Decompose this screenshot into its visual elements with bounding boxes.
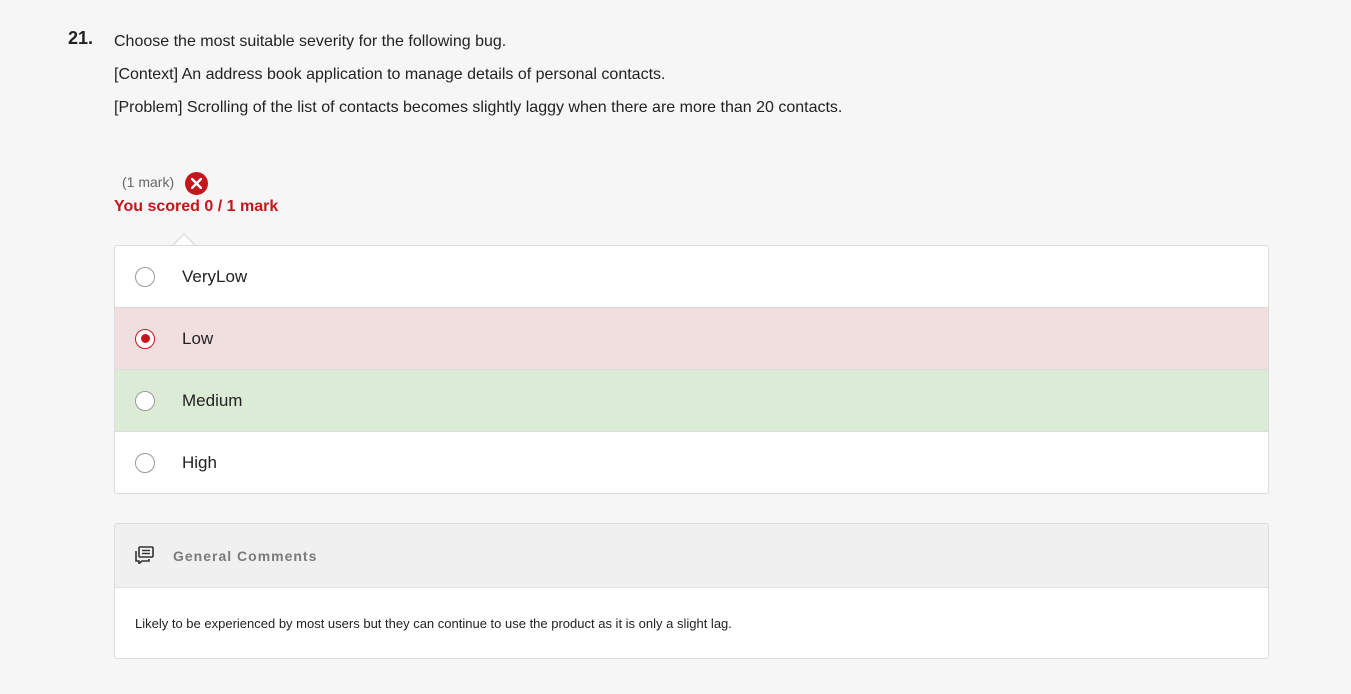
question-text: Choose the most suitable severity for th… <box>114 25 842 124</box>
comments-title: General Comments <box>173 547 318 564</box>
comments-icon <box>135 546 155 569</box>
option-label: High <box>182 452 217 472</box>
question-context: [Context] An address book application to… <box>114 66 666 83</box>
option-label: Low <box>182 328 214 348</box>
radio-button[interactable] <box>135 390 155 411</box>
question-block: 21. Choose the most suitable severity fo… <box>0 0 1351 694</box>
comments-body: Likely to be experienced by most users b… <box>135 615 732 631</box>
score-text: You scored 0 / 1 mark <box>114 198 279 215</box>
question-line: Choose the most suitable severity for th… <box>114 33 507 50</box>
callout-caret-fill <box>173 234 195 246</box>
option-high[interactable]: High <box>115 431 1268 493</box>
option-medium[interactable]: Medium <box>115 369 1268 431</box>
radio-button-selected[interactable] <box>135 328 155 349</box>
option-verylow[interactable]: VeryLow <box>115 246 1268 307</box>
radio-button[interactable] <box>135 266 155 287</box>
option-label: VeryLow <box>182 266 248 286</box>
option-low[interactable]: Low <box>115 307 1268 369</box>
answer-options: VeryLow Low Medium High <box>114 245 1269 494</box>
mark-label: (1 mark) <box>122 173 175 190</box>
radio-dot <box>140 334 150 343</box>
general-comments-panel: General Comments Likely to be experience… <box>114 523 1269 659</box>
question-problem: [Problem] Scrolling of the list of conta… <box>114 99 843 116</box>
x-circle-icon <box>185 172 209 195</box>
comments-header: General Comments <box>115 524 1268 588</box>
question-number: 21. <box>68 28 94 48</box>
mark-row: (1 mark) <box>122 170 209 195</box>
radio-button[interactable] <box>135 452 155 473</box>
option-label: Medium <box>182 390 243 410</box>
